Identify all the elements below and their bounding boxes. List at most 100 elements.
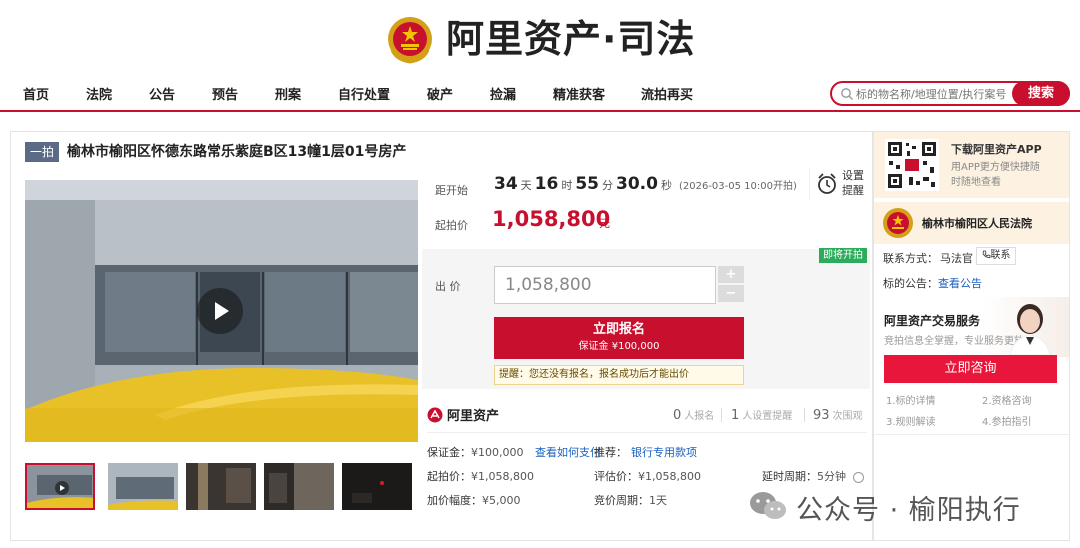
thumbnail-video[interactable] [25,463,95,510]
step-rules[interactable]: 3.规则解读 [886,413,936,428]
consult-now-button[interactable]: 立即咨询 [884,355,1057,383]
registered-label: 人报名 [684,411,715,422]
auction-card: 一拍 榆林市榆阳区怀德东路常乐紫庭B区13幢1层01号房产 距开始 34 天 1… [10,131,873,541]
views-stat: 93 次围观 [813,407,863,423]
view-notice-link[interactable]: 查看公告 [938,277,982,290]
site-logo-text[interactable]: 阿里资产·司法 [446,14,695,64]
ali-asset-brand: 阿里资产 [427,404,499,424]
ali-asset-logo-icon [427,407,443,422]
contact-button[interactable]: 联系 [976,247,1016,265]
reminder-stat: 1 人设置提醒 [731,407,792,423]
court-name[interactable]: 榆林市榆阳区人民法院 [922,215,1032,231]
app-download-title[interactable]: 下载阿里资产APP [951,141,1042,157]
bid-cycle-label: 竞价周期： [594,494,649,507]
reminder-count: 1 [731,408,740,423]
increment-value: ¥5,000 [482,494,521,507]
register-reminder: 提醒：您还没有报名，报名成功后才能出价 [494,365,744,385]
views-label: 次围观 [832,411,863,422]
registered-count: 0 [673,408,682,423]
bank-account-link[interactable]: 银行专用款项 [631,446,697,459]
appraisal-label: 评估价： [594,470,638,483]
contact-label: 联系方式： [883,252,938,265]
set-reminder-button[interactable]: 设置提醒 [809,168,867,200]
nav-bargain[interactable]: 捡漏 [490,84,516,103]
delay-info: 延时周期：5分钟 [762,468,864,484]
start-price-info-label: 起拍价： [427,470,471,483]
recommend-label: 推荐： [594,446,627,459]
stats-divider [804,408,805,422]
register-label: 立即报名 [592,322,645,337]
bid-decrease-button[interactable]: − [718,285,744,302]
thumbnail-photo[interactable] [108,463,178,510]
divider [427,432,867,433]
appraisal-info: 评估价：¥1,058,800 [594,468,701,484]
thumbnail-strip [25,463,420,511]
ali-asset-brand-text: 阿里资产 [447,409,500,424]
nav-home[interactable]: 首页 [23,84,49,103]
deposit-info-value: ¥100,000 [471,446,524,459]
thumbnail-photo[interactable] [264,463,334,510]
start-price-value: 1,058,800 [492,207,611,231]
seconds-unit: 秒 [660,179,672,192]
service-agent-avatar [1009,304,1051,355]
nav-precise-leads[interactable]: 精准获客 [553,84,605,103]
nav-court[interactable]: 法院 [86,84,112,103]
countdown-label: 距开始 [435,184,468,197]
trade-service-banner: 阿里资产交易服务 竞拍信息全掌握，专业服务更放心 [874,297,1069,357]
registered-stat: 0 人报名 [673,407,714,423]
contact-button-label: 联系 [990,250,1011,261]
court-info: 榆林市榆阳区人民法院 [874,202,1069,244]
bid-cycle-info: 竞价周期：1天 [594,492,667,508]
wechat-icon [750,492,786,519]
nav-announcement[interactable]: 公告 [149,84,175,103]
nav-failed-rebuy[interactable]: 流拍再买 [641,84,693,103]
search-button[interactable]: 搜索 [1012,81,1070,106]
thumbnail-photo[interactable] [186,463,256,510]
nav-bankruptcy[interactable]: 破产 [427,84,453,103]
step-guide[interactable]: 4.参拍指引 [982,413,1032,428]
step-item-details[interactable]: 1.标的详情 [886,392,936,407]
start-price-label: 起拍价 [435,219,468,232]
qr-code-icon[interactable] [885,139,939,191]
auction-title: 榆林市榆阳区怀德东路常乐紫庭B区13幢1层01号房产 [67,143,407,160]
countdown-days: 34 [494,174,518,194]
set-reminder-label: 设置提醒 [842,169,864,197]
deposit-info-label: 保证金： [427,446,471,459]
nav-criminal[interactable]: 刑案 [275,84,301,103]
bid-cycle-value: 1天 [649,494,667,507]
question-icon[interactable] [852,471,864,483]
thumbnail-photo[interactable] [342,463,412,510]
play-button[interactable] [197,288,243,334]
app-download-box: 下载阿里资产APP 用APP更方便快捷随时随地查看 [874,132,1069,198]
start-price-info: 起拍价：¥1,058,800 [427,468,534,484]
service-title: 阿里资产交易服务 [884,314,981,328]
property-video[interactable] [25,180,418,442]
contact-info: 联系方式： 马法官 [883,250,973,266]
bid-label: 出 价 [435,280,461,293]
increment-info: 加价幅度：¥5,000 [427,492,521,508]
nav-self-disposal[interactable]: 自行处置 [338,84,390,103]
deposit-info: 保证金：¥100,000 查看如何支付 [427,444,601,460]
how-to-pay-link[interactable]: 查看如何支付 [535,446,601,459]
deposit-amount: 保证金 ¥100,000 [578,341,660,352]
bid-amount-input[interactable]: 1,058,800 [494,266,716,304]
step-qualification[interactable]: 2.资格咨询 [982,392,1032,407]
search-input[interactable] [856,85,1016,103]
round-tag: 一拍 [25,141,59,162]
nav-preview[interactable]: 预告 [212,84,238,103]
hours-unit: 时 [561,179,573,192]
countdown-minutes: 55 [575,174,600,194]
app-download-subtitle: 用APP更方便快捷随时随地查看 [951,162,1040,188]
minutes-unit: 分 [602,179,614,192]
main-nav: 首页 法院 公告 预告 刑案 自行处置 破产 捡漏 精准获客 流拍再买 搜索 [0,76,1080,112]
item-notice: 标的公告：查看公告 [883,275,982,291]
court-emblem-icon [883,208,913,238]
court-emblem-logo[interactable] [386,14,434,64]
site-header: 阿里资产·司法 [0,0,1080,76]
stats-divider [721,408,722,422]
register-button[interactable]: 立即报名 保证金 ¥100,000 [494,317,744,359]
recommend-info: 推荐： 银行专用款项 [594,444,697,460]
bid-increase-button[interactable]: + [718,266,744,283]
countdown-seconds: 30.0 [616,174,658,194]
play-icon [215,302,229,320]
